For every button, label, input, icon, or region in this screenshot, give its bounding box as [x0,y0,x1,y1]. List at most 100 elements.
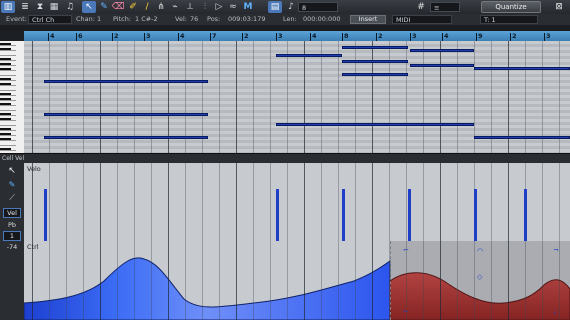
note-grid[interactable] [24,41,570,153]
mute-icon[interactable]: M [241,1,255,13]
grid-line [49,241,50,320]
magnet-icon[interactable]: ⋔ [154,1,168,13]
grid-line [491,241,492,320]
vel-select[interactable]: Vel [3,208,21,218]
velocity-lane[interactable]: Velo [24,163,570,242]
grid-line [304,241,305,320]
close-icon[interactable]: ⊠ [552,1,566,13]
draw-icon[interactable]: ⌁ [168,1,182,13]
grid-line [304,41,305,153]
velocity-bar[interactable] [474,189,477,241]
pb-select[interactable]: Pb [3,221,21,229]
midi-note[interactable] [410,49,474,52]
piano-roll-icon[interactable]: ▥ [1,1,15,13]
grid-line [151,241,152,320]
corner-handle-tr-icon[interactable]: ¬ [553,246,559,254]
split-icon[interactable]: ⟂ [183,1,197,13]
controller-lane[interactable]: ⌐ ◠ ◇ ¬ ⌙ ⌟ Ctrl [24,241,570,320]
grid-line [151,163,152,241]
grid-line [440,163,441,241]
velocity-bar[interactable] [276,189,279,241]
note-value-icon[interactable]: ♪ [284,1,298,13]
grid-icon[interactable]: ▤ [268,1,282,13]
grid-line [440,241,441,320]
play-icon[interactable]: ▷ [212,1,226,13]
grid-line [457,41,458,153]
corner-handle-br-icon[interactable]: ⌟ [553,307,556,315]
midi-note[interactable] [44,136,208,139]
midi-note[interactable] [474,67,570,70]
midi-note[interactable] [410,64,474,67]
velocity-bar[interactable] [524,189,527,241]
grid-line [32,41,33,153]
grid-line [321,241,322,320]
velocity-bar[interactable] [408,189,411,241]
midi-select[interactable]: MIDI [392,15,452,24]
chan-value[interactable]: 1 [97,15,101,24]
midi-note[interactable] [276,54,342,57]
grid-line [423,41,424,153]
ctrl-value[interactable]: -74 [3,243,21,251]
insert-button[interactable]: Insert [350,15,386,24]
white-key-edge [0,95,16,96]
grid-line [457,241,458,320]
grid-setting-icon[interactable]: # [414,1,428,13]
white-key-edge [0,110,16,111]
grid-line [270,163,271,241]
piano-keys[interactable] [0,41,16,153]
midi-note[interactable] [342,60,408,63]
quantize-button[interactable]: Quantize [481,1,541,13]
grid-line [287,41,288,153]
grid-line [525,241,526,320]
velocity-bar[interactable] [44,189,47,241]
paint-icon[interactable]: ✐ [126,1,140,13]
event-field[interactable]: Ctrl Ch [28,15,72,24]
grid-select[interactable]: ≡ [430,2,460,12]
grid-line [134,241,135,320]
midi-note[interactable] [276,123,474,126]
draw-tool-icon[interactable]: ✎ [3,180,21,189]
grid-line [100,163,101,241]
pitch-value[interactable]: 1 C#-2 [135,15,158,24]
pencil-icon[interactable]: ✎ [97,1,111,13]
select-icon[interactable]: ↖ [82,1,96,13]
eraser-icon[interactable]: ⌫ [111,1,125,13]
marker-icon[interactable]: / [140,1,154,13]
note-value-select[interactable]: 8 [298,2,338,12]
line-tool-icon[interactable]: ⟋ [3,193,21,203]
vel-value[interactable]: 76 [190,15,198,24]
grid-line [389,41,390,153]
track-select[interactable]: T: 1 [480,15,538,24]
midi-note[interactable] [342,73,408,76]
white-key-edge [0,105,16,106]
midi-note[interactable] [44,80,208,83]
midi-note[interactable] [342,46,408,49]
glue-icon[interactable]: ⫶ [198,1,212,13]
grid-line [457,163,458,241]
white-key-edge [0,90,16,91]
grid-line [542,163,543,241]
score-icon[interactable]: ≣ [18,1,32,13]
list-editor-icon[interactable]: ▦ [47,1,61,13]
select-tool-icon[interactable]: ↖ [3,166,21,176]
midi-note[interactable] [44,113,208,116]
len-value[interactable]: 000:00:000 [303,15,340,24]
selection-box[interactable]: ⌐ ◠ ◇ ¬ ⌙ ⌟ [390,241,570,320]
center-handle-icon[interactable]: ◇ [477,273,482,281]
drum-editor-icon[interactable]: ⧗ [33,1,47,13]
channel-select[interactable]: 1 [3,231,21,241]
midi-note[interactable] [474,136,570,139]
top-handle-icon[interactable]: ◠ [477,247,483,255]
listen-icon[interactable]: ≈ [226,1,240,13]
pos-value[interactable]: 009:03:179 [228,15,265,24]
grid-line [202,241,203,320]
grid-line [491,163,492,241]
timeline-ruler[interactable]: 4 6 2 3 4 7 2 3 4 8 2 3 4 9 2 3 [24,31,570,41]
wave-editor-icon[interactable]: ♫ [63,1,77,13]
grid-line [134,163,135,241]
grid-line [508,241,509,320]
velocity-bar[interactable] [342,189,345,241]
chan-label: Chan: [76,15,95,23]
piano-keyboard[interactable] [0,41,25,153]
controller-curve-blue[interactable] [24,257,391,320]
